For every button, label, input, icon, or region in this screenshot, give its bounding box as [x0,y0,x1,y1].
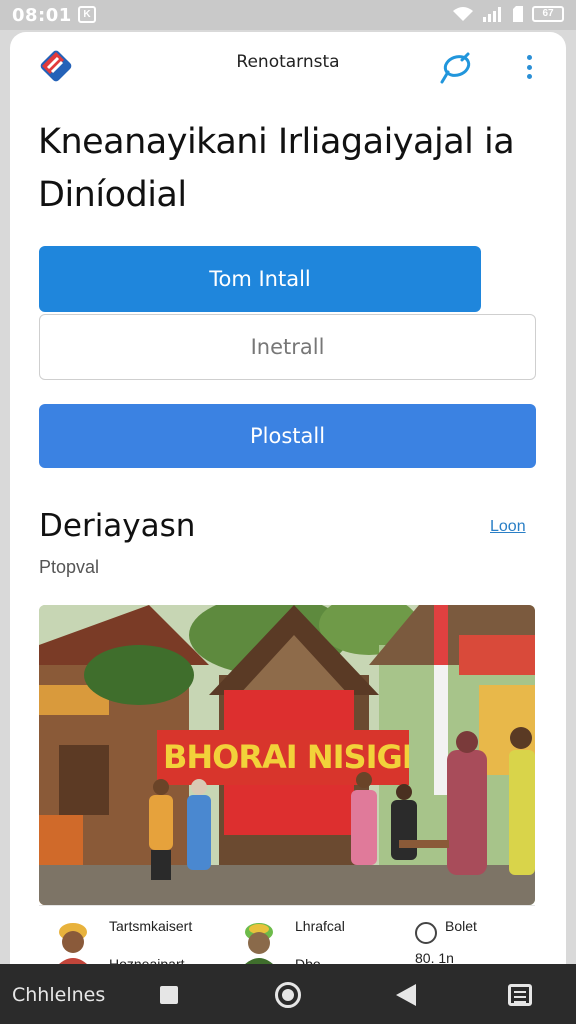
avatar [241,923,277,968]
app-name: Renotarnsta [236,52,340,72]
status-bar: 08:01 K 67 [0,0,576,30]
pin-icon[interactable] [438,50,474,86]
avatar [55,923,91,968]
event-photo: BHORAI NISIGI [39,605,535,905]
app-logo-icon[interactable] [38,48,74,84]
radio-icon[interactable] [415,922,437,944]
more-vertical-icon[interactable] [518,52,540,82]
info-row: Tartsmkaisert Hozneaipart Lhrafcal Dbo B… [39,905,535,972]
info-item[interactable]: Tartsmkaisert Hozneaipart [53,912,233,972]
primary-install-button[interactable]: Tom Intall [39,246,481,312]
notification-icon: K [78,6,96,23]
info-name: Tartsmkaisert [109,918,193,934]
recent-apps-icon[interactable] [508,984,532,1006]
sim-icon [513,6,523,22]
home-icon[interactable] [275,982,301,1008]
main-card: Renotarnsta Kneanayikani Irliagaiyajal i… [10,32,566,1024]
section-title: Deriayasn [39,508,196,544]
back-icon[interactable] [396,984,416,1006]
status-time: 08:01 [12,5,72,26]
section-subtitle: Ptopval [39,557,100,577]
battery-icon: 67 [532,6,564,22]
outline-install-button[interactable]: Inetrall [39,314,536,380]
info-name: Lhrafcal [295,918,345,934]
secondary-install-button[interactable]: Plostall [39,404,536,468]
banner-text: BHORAI NISIGI [163,738,409,776]
signal-icon [483,7,501,22]
info-item[interactable]: Bolet 80. 1n [415,912,535,968]
info-item[interactable]: Lhrafcal Dbo [239,912,389,972]
nav-label[interactable]: Chhlelnes [12,984,105,1006]
page-title: Kneanayikani Irliagaiyajal ia Diníodial [38,122,515,215]
status-icons: 67 [452,6,564,22]
stop-icon[interactable] [160,986,178,1004]
info-name: Bolet [445,918,477,934]
wifi-icon [453,7,473,21]
section-link[interactable]: Loon [490,518,526,536]
system-nav-bar: Chhlelnes [0,964,576,1024]
